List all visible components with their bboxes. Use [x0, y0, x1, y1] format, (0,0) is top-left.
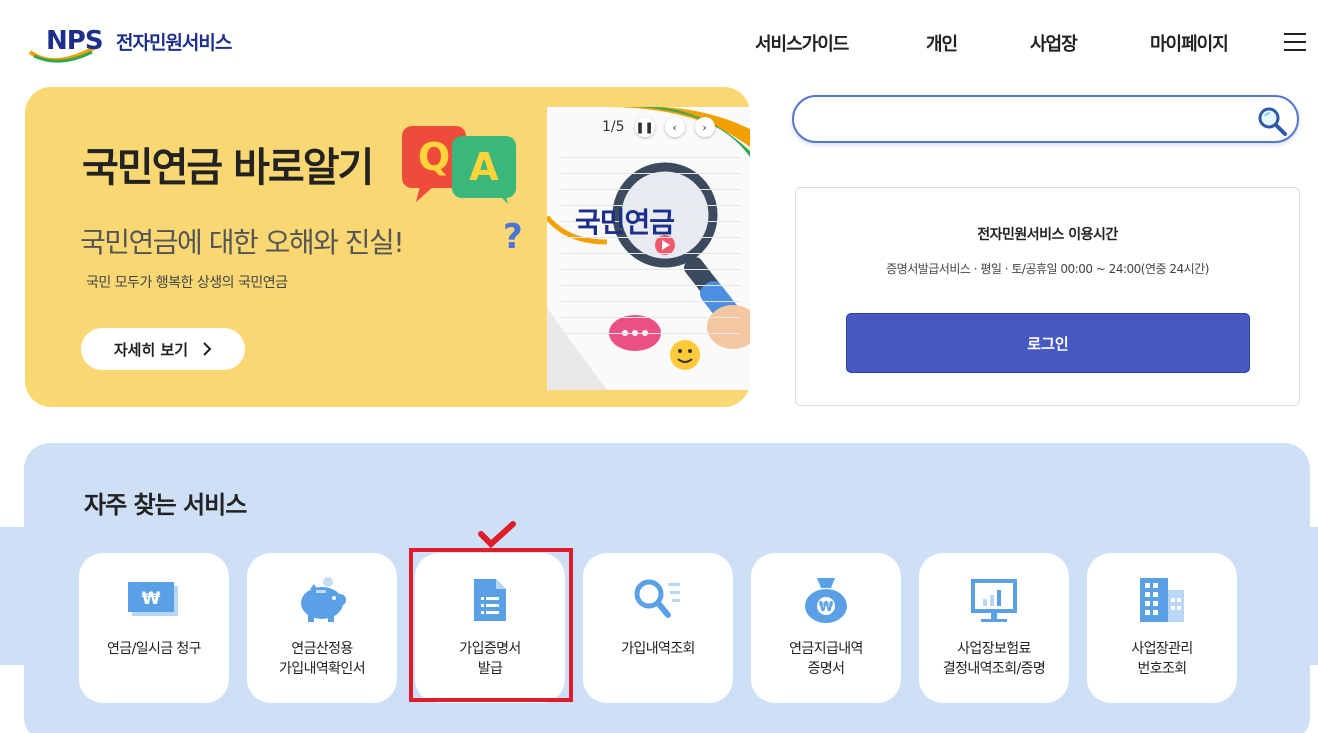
- service-card-pension-payment-certificate[interactable]: ₩ 연금지급내역 증명서: [751, 553, 901, 703]
- frequent-services-title: 자주 찾는 서비스: [84, 491, 247, 519]
- card-label-line: 사업장보험료: [957, 641, 1031, 657]
- card-label-line: 연금산정용: [291, 641, 353, 657]
- card-label-line: 증명서: [807, 661, 845, 677]
- svg-text:Q: Q: [418, 135, 450, 179]
- banner-pager: 1/5 ❚❚ ‹ ›: [602, 117, 715, 137]
- card-label-line: 가입내역확인서: [279, 661, 366, 677]
- service-card-enrollment-history[interactable]: 가입내역조회: [583, 553, 733, 703]
- nav-personal[interactable]: 개인: [926, 30, 958, 56]
- building-icon: [1140, 578, 1184, 622]
- service-card-pension-claim[interactable]: ₩ 연금/일시금 청구: [79, 553, 229, 703]
- paper-lines: [561, 157, 741, 349]
- chevron-right-icon: [203, 342, 212, 356]
- pause-icon[interactable]: ❚❚: [634, 117, 655, 137]
- card-label-line: 사업장관리: [1131, 641, 1193, 657]
- banner-title: 국민연금 바로알기: [82, 145, 374, 191]
- search-box: [792, 95, 1299, 143]
- nav-business[interactable]: 사업장: [1030, 30, 1078, 56]
- next-icon[interactable]: ›: [694, 117, 715, 137]
- banner-subtitle: 국민연금에 대한 오해와 진실!: [80, 226, 405, 259]
- login-button[interactable]: 로그인: [846, 313, 1250, 373]
- svg-text:A: A: [469, 145, 499, 189]
- nav-service-guide[interactable]: 서비스가이드: [755, 30, 849, 56]
- money-bag-icon: ₩: [805, 578, 847, 623]
- monitor-chart-icon: [971, 579, 1017, 622]
- service-hours-description: 증명서발급서비스 · 평일 · 토/공휴일 00:00 ~ 24:00(연중 2…: [886, 262, 1209, 276]
- prev-icon[interactable]: ‹: [664, 117, 685, 137]
- logo-text: NPS: [46, 26, 104, 56]
- nps-logo[interactable]: NPS 전자민원서비스: [24, 22, 264, 70]
- paper-title: 국민연금: [575, 206, 675, 239]
- banner-illustration: 국민연금 1/5 ❚❚ ‹ ›: [547, 107, 750, 390]
- service-hours-title: 전자민원서비스 이용시간: [977, 227, 1118, 243]
- svg-text:₩: ₩: [819, 600, 834, 615]
- card-label-line: 번호조회: [1137, 661, 1187, 677]
- logo-mark: NPS: [24, 22, 116, 70]
- search-list-icon: [634, 579, 680, 618]
- money-bill-icon: ₩: [128, 582, 178, 616]
- search-icon[interactable]: [1256, 105, 1288, 137]
- question-mark-icon: ?: [503, 217, 523, 257]
- search-input[interactable]: [814, 107, 1244, 133]
- service-name: 전자민원서비스: [116, 32, 232, 54]
- highlight-box: [409, 548, 573, 702]
- more-button-label: 자세히 보기: [113, 340, 189, 359]
- menu-icon[interactable]: [1284, 33, 1306, 51]
- checkmark-icon: [478, 521, 516, 548]
- promo-banner[interactable]: 국민연금 바로알기 Q A 국민연금에 대한 오해와 진실! 국민 모두가 행복…: [25, 87, 750, 407]
- card-label-line: 결정내역조회/증명: [942, 661, 1046, 677]
- service-card-pension-calc-certificate[interactable]: 연금산정용 가입내역확인서: [247, 553, 397, 703]
- banner-description: 국민 모두가 행복한 상생의 국민연금: [86, 275, 288, 291]
- service-card-business-premium[interactable]: 사업장보험료 결정내역조회/증명: [919, 553, 1069, 703]
- card-label-line: 연금지급내역: [789, 641, 863, 657]
- piggy-bank-icon: [301, 577, 346, 622]
- pager-count: 1/5: [602, 119, 625, 135]
- frequent-services-section: 자주 찾는 서비스 ₩ 연금/일시금 청구 연금산정용 가입내역확인서 가입증명…: [24, 443, 1310, 733]
- service-hours-panel: 전자민원서비스 이용시간 증명서발급서비스 · 평일 · 토/공휴일 00:00…: [795, 187, 1300, 406]
- card-label-line: 연금/일시금 청구: [107, 641, 202, 657]
- more-button[interactable]: 자세히 보기: [81, 328, 245, 370]
- svg-text:₩: ₩: [142, 589, 161, 609]
- nav-mypage[interactable]: 마이페이지: [1150, 30, 1229, 56]
- qa-speech-bubble-icon: Q A: [402, 126, 516, 204]
- service-card-business-number[interactable]: 사업장관리 번호조회: [1087, 553, 1237, 703]
- card-label-line: 가입내역조회: [621, 641, 695, 657]
